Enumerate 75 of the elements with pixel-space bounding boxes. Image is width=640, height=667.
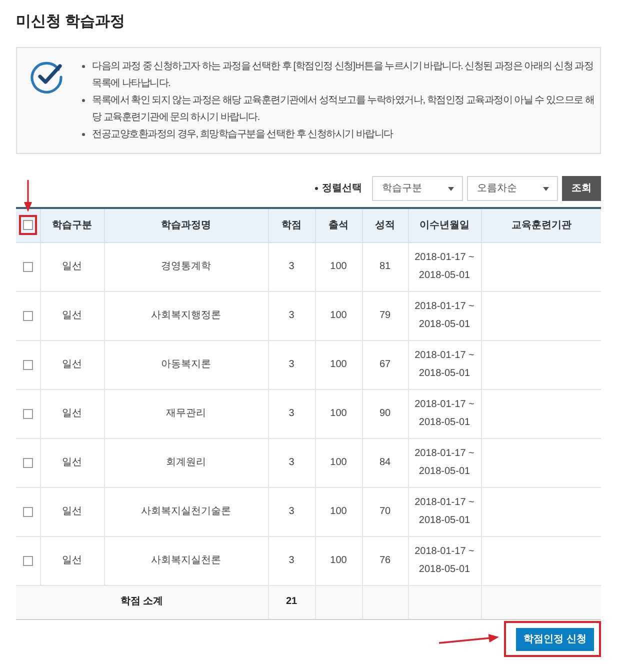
summary-label: 학점 소계 xyxy=(16,585,268,619)
table-cell: 사회복지실천론 xyxy=(104,536,268,585)
table-cell: 일선 xyxy=(40,438,104,487)
table-cell: 100 xyxy=(315,340,362,389)
table-cell: 재무관리 xyxy=(104,389,268,438)
bullet-icon xyxy=(82,133,85,136)
bullet-icon xyxy=(82,99,85,102)
checkbox[interactable] xyxy=(22,408,33,418)
table-cell: 76 xyxy=(362,536,408,585)
sort-dropdown[interactable]: 학습구분 xyxy=(372,176,463,201)
table-cell: 아동복지론 xyxy=(104,340,268,389)
table-cell: 3 xyxy=(268,438,315,487)
table-cell: 3 xyxy=(268,487,315,536)
table-cell: 3 xyxy=(268,389,315,438)
table-cell: 79 xyxy=(362,291,408,340)
table-cell: 경영통계학 xyxy=(104,242,268,291)
check-circle-icon xyxy=(30,60,64,94)
notice-text: 다음의 과정 중 신청하고자 하는 과정을 선택한 후 [학점인정 신청]버튼을 누르시기 바랍니다. 신청된 과정은 아래의 신청 과정 목록에 나타납니다. xyxy=(92,60,594,91)
table-cell: 100 xyxy=(315,291,362,340)
checkbox[interactable] xyxy=(22,310,33,320)
column-header: 성적 xyxy=(362,208,408,242)
table-cell: 2018-01-17 ~ 2018-05-01 xyxy=(408,487,481,536)
table-cell: 사회복지실천기술론 xyxy=(104,487,268,536)
table-cell: 회계원리 xyxy=(104,438,268,487)
caret-icon xyxy=(543,186,549,190)
checkbox[interactable] xyxy=(22,360,33,370)
table-cell: 3 xyxy=(268,291,315,340)
table-cell: 84 xyxy=(362,438,408,487)
checkbox[interactable] xyxy=(22,506,33,516)
notice-text: 전공교양호환과정의 경우, 희망학습구분을 선택한 후 신청하시기 바랍니다 xyxy=(92,128,393,142)
table-cell: 3 xyxy=(268,340,315,389)
bullet-icon xyxy=(82,65,85,68)
table-cell: 3 xyxy=(268,242,315,291)
checkbox[interactable] xyxy=(22,458,33,468)
table-cell: 2018-01-17 ~ 2018-05-01 xyxy=(408,438,481,487)
table-cell: 일선 xyxy=(40,291,104,340)
table-cell: 81 xyxy=(362,242,408,291)
table-cell: 일선 xyxy=(40,389,104,438)
table-cell: 2018-01-17 ~ 2018-05-01 xyxy=(408,536,481,585)
column-header: 출석 xyxy=(315,208,362,242)
table-cell: 2018-01-17 ~ 2018-05-01 xyxy=(408,242,481,291)
table-cell: 100 xyxy=(315,438,362,487)
column-header: 이수년월일 xyxy=(408,208,481,242)
table-cell: 2018-01-17 ~ 2018-05-01 xyxy=(408,340,481,389)
summary-value: 21 xyxy=(268,585,315,619)
table-cell: 일선 xyxy=(40,536,104,585)
table-cell: 일선 xyxy=(40,340,104,389)
table-cell: 90 xyxy=(362,389,408,438)
table-cell: 2018-01-17 ~ 2018-05-01 xyxy=(408,291,481,340)
table-cell: 100 xyxy=(315,487,362,536)
notice-text: 목록에서 확인 되지 않는 과정은 해당 교육훈련기관에서 성적보고를 누락하였거나, 학점인정 교육과정이 아닐 수 있으므로 해당 교육훈련기관에 문의 하시기 바랍니다. xyxy=(92,94,596,125)
page-title: 미신청 학습과정 xyxy=(16,12,126,32)
column-header: 교육훈련기관 xyxy=(481,208,601,242)
column-header: 학습과정명 xyxy=(104,208,268,242)
table-cell: 100 xyxy=(315,389,362,438)
table-cell: 100 xyxy=(315,536,362,585)
apply-button[interactable]: 학점인정 신청 xyxy=(516,628,594,650)
column-header: 학점 xyxy=(268,208,315,242)
table-cell: 100 xyxy=(315,242,362,291)
sort-label: 정렬선택 xyxy=(322,182,362,196)
table-cell: 일선 xyxy=(40,487,104,536)
checkbox[interactable] xyxy=(22,556,33,566)
bullet-icon xyxy=(315,187,318,190)
table-cell: 70 xyxy=(362,487,408,536)
column-header: 학습구분 xyxy=(40,208,104,242)
table-cell: 2018-01-17 ~ 2018-05-01 xyxy=(408,389,481,438)
caret-icon xyxy=(448,186,454,190)
table-cell: 사회복지행정론 xyxy=(104,291,268,340)
table-cell: 3 xyxy=(268,536,315,585)
table-cell: 67 xyxy=(362,340,408,389)
sort-dropdown[interactable]: 오름차순 xyxy=(467,176,558,201)
search-button[interactable]: 조회 xyxy=(562,176,601,201)
table-cell: 일선 xyxy=(40,242,104,291)
checkbox[interactable] xyxy=(22,262,33,272)
checkbox[interactable] xyxy=(22,220,33,230)
